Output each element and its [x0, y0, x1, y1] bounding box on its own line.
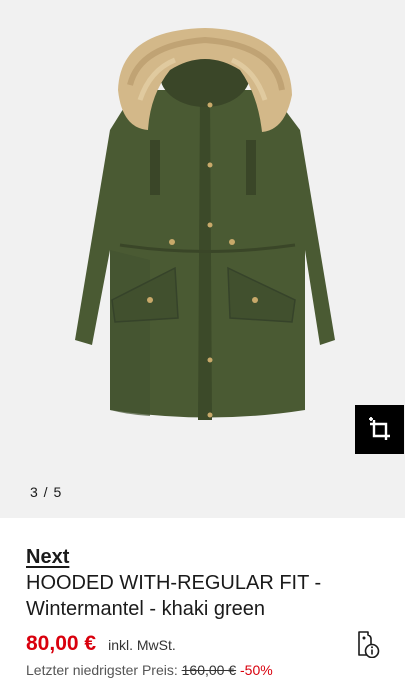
product-image[interactable] — [0, 0, 405, 518]
price-tag-info-icon[interactable] — [355, 630, 381, 658]
product-info: Next HOODED WITH-REGULAR FIT - Winterman… — [26, 544, 385, 622]
crop-button[interactable] — [355, 405, 404, 454]
product-title: HOODED WITH-REGULAR FIT - Wintermantel -… — [26, 572, 322, 620]
brand-link[interactable]: Next — [26, 544, 69, 570]
price-row: 80,00 € inkl. MwSt. — [26, 632, 176, 656]
image-counter: 3 / 5 — [30, 484, 63, 500]
lowest-price-label: Letzter niedrigster Preis: — [26, 662, 178, 678]
price: 80,00 € — [26, 632, 97, 655]
lowest-price-note: Letzter niedrigster Preis: 160,00 € -50% — [26, 662, 273, 678]
vat-note: inkl. MwSt. — [108, 637, 176, 653]
product-image-gallery[interactable]: 3 / 5 — [0, 0, 405, 518]
crop-icon — [368, 416, 390, 440]
original-price: 160,00 € — [181, 662, 237, 678]
discount-badge: -50% — [240, 662, 273, 678]
